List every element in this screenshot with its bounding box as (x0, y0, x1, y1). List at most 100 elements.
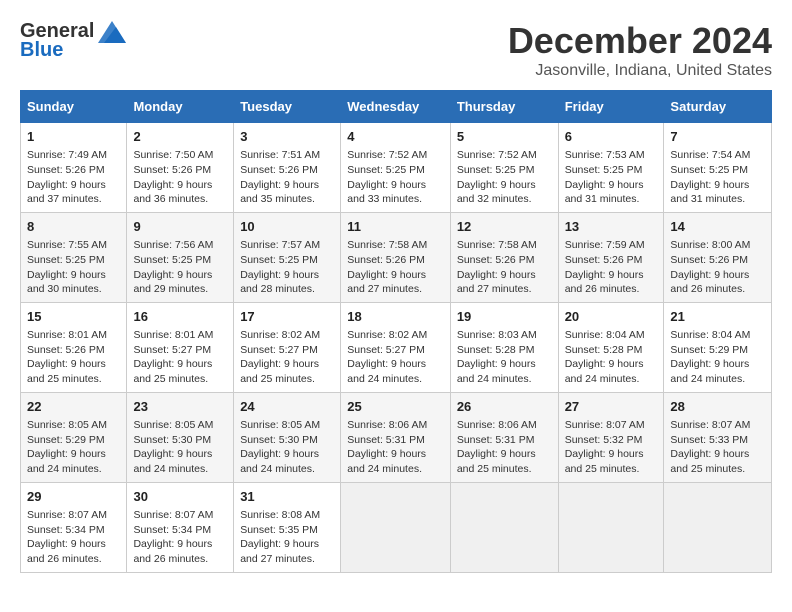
calendar-cell: 2Sunrise: 7:50 AMSunset: 5:26 PMDaylight… (127, 123, 234, 213)
calendar-cell: 17 Sunrise: 8:02 AMSunset: 5:27 PMDayligh… (234, 302, 341, 392)
week-row-1: 1 Sunrise: 7:49 AMSunset: 5:26 PMDaylight… (21, 123, 772, 213)
calendar-cell: 11Sunrise: 7:58 AMSunset: 5:26 PMDayligh… (341, 212, 451, 302)
calendar-cell: 5Sunrise: 7:52 AMSunset: 5:25 PMDaylight… (450, 123, 558, 213)
logo: General Blue (20, 20, 126, 62)
day-number: 16 (133, 308, 227, 326)
calendar-cell: 15 Sunrise: 8:01 AMSunset: 5:26 PMDayligh… (21, 302, 127, 392)
day-number: 15 (27, 308, 120, 326)
calendar-cell: 6 Sunrise: 7:53 AMSunset: 5:25 PMDaylight… (558, 123, 664, 213)
logo-blue: Blue (20, 39, 63, 62)
week-row-5: 29 Sunrise: 8:07 AMSunset: 5:34 PMDayligh… (21, 482, 772, 572)
day-info: Sunrise: 7:51 AMSunset: 5:26 PMDaylight:… (240, 148, 334, 207)
header-day-saturday: Saturday (664, 91, 772, 123)
header-day-thursday: Thursday (450, 91, 558, 123)
calendar-cell: 27 Sunrise: 8:07 AMSunset: 5:32 PMDayligh… (558, 392, 664, 482)
location-subtitle: Jasonville, Indiana, United States (508, 62, 772, 80)
week-row-2: 8 Sunrise: 7:55 AMSunset: 5:25 PMDaylight… (21, 212, 772, 302)
day-number: 21 (670, 308, 765, 326)
day-number: 29 (27, 488, 120, 506)
logo-icon (98, 21, 126, 43)
day-number: 7 (670, 128, 765, 146)
day-number: 8 (27, 218, 120, 236)
day-number: 28 (670, 398, 765, 416)
day-info: Sunrise: 7:52 AMSunset: 5:25 PMDaylight:… (347, 148, 444, 207)
day-info: Sunrise: 8:07 AMSunset: 5:34 PMDaylight:… (133, 508, 227, 567)
day-number: 12 (457, 218, 552, 236)
day-number: 13 (565, 218, 658, 236)
day-info: Sunrise: 7:58 AMSunset: 5:26 PMDaylight:… (457, 238, 552, 297)
day-info: Sunrise: 8:07 AMSunset: 5:32 PMDaylight:… (565, 418, 658, 477)
day-info: Sunrise: 8:07 AMSunset: 5:34 PMDaylight:… (27, 508, 120, 567)
calendar-cell: 8 Sunrise: 7:55 AMSunset: 5:25 PMDaylight… (21, 212, 127, 302)
calendar-cell: 20 Sunrise: 8:04 AMSunset: 5:28 PMDayligh… (558, 302, 664, 392)
day-number: 17 (240, 308, 334, 326)
day-info: Sunrise: 7:59 AMSunset: 5:26 PMDaylight:… (565, 238, 658, 297)
day-number: 26 (457, 398, 552, 416)
week-row-3: 15 Sunrise: 8:01 AMSunset: 5:26 PMDayligh… (21, 302, 772, 392)
day-number: 1 (27, 128, 120, 146)
day-info: Sunrise: 8:01 AMSunset: 5:27 PMDaylight:… (133, 328, 227, 387)
calendar-cell: 29 Sunrise: 8:07 AMSunset: 5:34 PMDayligh… (21, 482, 127, 572)
calendar-cell: 9Sunrise: 7:56 AMSunset: 5:25 PMDaylight… (127, 212, 234, 302)
day-info: Sunrise: 8:00 AMSunset: 5:26 PMDaylight:… (670, 238, 765, 297)
day-number: 10 (240, 218, 334, 236)
day-number: 24 (240, 398, 334, 416)
day-number: 3 (240, 128, 334, 146)
day-info: Sunrise: 8:08 AMSunset: 5:35 PMDaylight:… (240, 508, 334, 567)
calendar-cell: 10 Sunrise: 7:57 AMSunset: 5:25 PMDayligh… (234, 212, 341, 302)
calendar-cell (341, 482, 451, 572)
day-number: 22 (27, 398, 120, 416)
calendar-cell: 31 Sunrise: 8:08 AMSunset: 5:35 PMDayligh… (234, 482, 341, 572)
calendar-body: 1 Sunrise: 7:49 AMSunset: 5:26 PMDaylight… (21, 123, 772, 573)
calendar-cell: 28Sunrise: 8:07 AMSunset: 5:33 PMDayligh… (664, 392, 772, 482)
day-info: Sunrise: 8:01 AMSunset: 5:26 PMDaylight:… (27, 328, 120, 387)
calendar-cell: 26Sunrise: 8:06 AMSunset: 5:31 PMDayligh… (450, 392, 558, 482)
header-day-monday: Monday (127, 91, 234, 123)
calendar-cell: 4 Sunrise: 7:52 AMSunset: 5:25 PMDaylight… (341, 123, 451, 213)
calendar-cell: 24 Sunrise: 8:05 AMSunset: 5:30 PMDayligh… (234, 392, 341, 482)
day-number: 9 (133, 218, 227, 236)
calendar-cell: 22Sunrise: 8:05 AMSunset: 5:29 PMDayligh… (21, 392, 127, 482)
calendar-table: SundayMondayTuesdayWednesdayThursdayFrid… (20, 90, 772, 573)
calendar-cell: 30Sunrise: 8:07 AMSunset: 5:34 PMDayligh… (127, 482, 234, 572)
header-day-sunday: Sunday (21, 91, 127, 123)
day-info: Sunrise: 8:04 AMSunset: 5:29 PMDaylight:… (670, 328, 765, 387)
calendar-cell: 25 Sunrise: 8:06 AMSunset: 5:31 PMDayligh… (341, 392, 451, 482)
calendar-cell: 23Sunrise: 8:05 AMSunset: 5:30 PMDayligh… (127, 392, 234, 482)
calendar-header: SundayMondayTuesdayWednesdayThursdayFrid… (21, 91, 772, 123)
day-number: 20 (565, 308, 658, 326)
day-info: Sunrise: 8:04 AMSunset: 5:28 PMDaylight:… (565, 328, 658, 387)
page-header: General Blue December 2024 Jasonville, I… (20, 20, 772, 80)
day-info: Sunrise: 8:05 AMSunset: 5:30 PMDaylight:… (240, 418, 334, 477)
day-info: Sunrise: 7:49 AMSunset: 5:26 PMDaylight:… (27, 148, 120, 207)
calendar-cell: 13 Sunrise: 7:59 AMSunset: 5:26 PMDayligh… (558, 212, 664, 302)
day-number: 18 (347, 308, 444, 326)
calendar-cell: 14 Sunrise: 8:00 AMSunset: 5:26 PMDayligh… (664, 212, 772, 302)
day-number: 25 (347, 398, 444, 416)
month-title: December 2024 (508, 20, 772, 62)
day-info: Sunrise: 7:50 AMSunset: 5:26 PMDaylight:… (133, 148, 227, 207)
day-number: 31 (240, 488, 334, 506)
calendar-cell: 12 Sunrise: 7:58 AMSunset: 5:26 PMDayligh… (450, 212, 558, 302)
day-number: 14 (670, 218, 765, 236)
day-number: 6 (565, 128, 658, 146)
day-info: Sunrise: 7:57 AMSunset: 5:25 PMDaylight:… (240, 238, 334, 297)
calendar-cell: 3 Sunrise: 7:51 AMSunset: 5:26 PMDaylight… (234, 123, 341, 213)
calendar-cell: 7 Sunrise: 7:54 AMSunset: 5:25 PMDaylight… (664, 123, 772, 213)
week-row-4: 22Sunrise: 8:05 AMSunset: 5:29 PMDayligh… (21, 392, 772, 482)
calendar-cell: 18Sunrise: 8:02 AMSunset: 5:27 PMDayligh… (341, 302, 451, 392)
day-number: 4 (347, 128, 444, 146)
day-info: Sunrise: 7:55 AMSunset: 5:25 PMDaylight:… (27, 238, 120, 297)
day-info: Sunrise: 8:02 AMSunset: 5:27 PMDaylight:… (240, 328, 334, 387)
day-number: 27 (565, 398, 658, 416)
day-number: 23 (133, 398, 227, 416)
day-info: Sunrise: 7:53 AMSunset: 5:25 PMDaylight:… (565, 148, 658, 207)
day-info: Sunrise: 8:06 AMSunset: 5:31 PMDaylight:… (347, 418, 444, 477)
calendar-cell: 21 Sunrise: 8:04 AMSunset: 5:29 PMDayligh… (664, 302, 772, 392)
day-info: Sunrise: 7:54 AMSunset: 5:25 PMDaylight:… (670, 148, 765, 207)
header-day-wednesday: Wednesday (341, 91, 451, 123)
day-number: 19 (457, 308, 552, 326)
day-info: Sunrise: 7:58 AMSunset: 5:26 PMDaylight:… (347, 238, 444, 297)
calendar-cell: 16 Sunrise: 8:01 AMSunset: 5:27 PMDayligh… (127, 302, 234, 392)
calendar-cell (664, 482, 772, 572)
